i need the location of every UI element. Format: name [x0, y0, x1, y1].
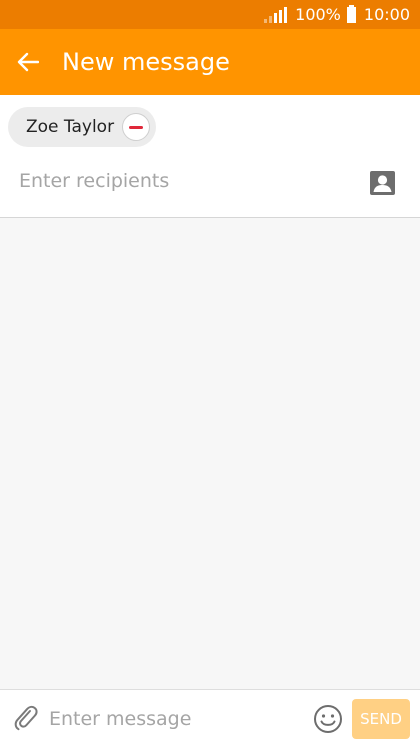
battery-percent: 100%: [295, 5, 341, 24]
status-bar: 100% 10:00: [0, 0, 420, 29]
remove-minus-icon: [129, 125, 144, 129]
remove-recipient-button[interactable]: [122, 113, 151, 141]
app-bar: New message: [0, 29, 420, 95]
page-title: New message: [62, 48, 230, 76]
compose-bar: SEND: [0, 689, 420, 746]
message-thread-area: [0, 218, 420, 689]
battery-icon: [346, 4, 356, 23]
recipient-chip[interactable]: Zoe Taylor: [8, 107, 157, 147]
recipient-chip-label: Zoe Taylor: [26, 117, 115, 137]
recipients-area: Zoe Taylor: [0, 95, 420, 218]
paperclip-icon[interactable]: [12, 704, 40, 732]
status-time: 10:00: [363, 5, 410, 24]
message-input[interactable]: [49, 704, 299, 734]
signal-icon: [264, 6, 288, 23]
back-button[interactable]: [0, 29, 56, 95]
send-button[interactable]: SEND: [352, 699, 410, 739]
smiley-icon[interactable]: [313, 704, 343, 734]
arrow-left-icon: [17, 52, 39, 72]
contact-card-icon[interactable]: [370, 171, 395, 195]
recipients-input[interactable]: [19, 167, 349, 195]
